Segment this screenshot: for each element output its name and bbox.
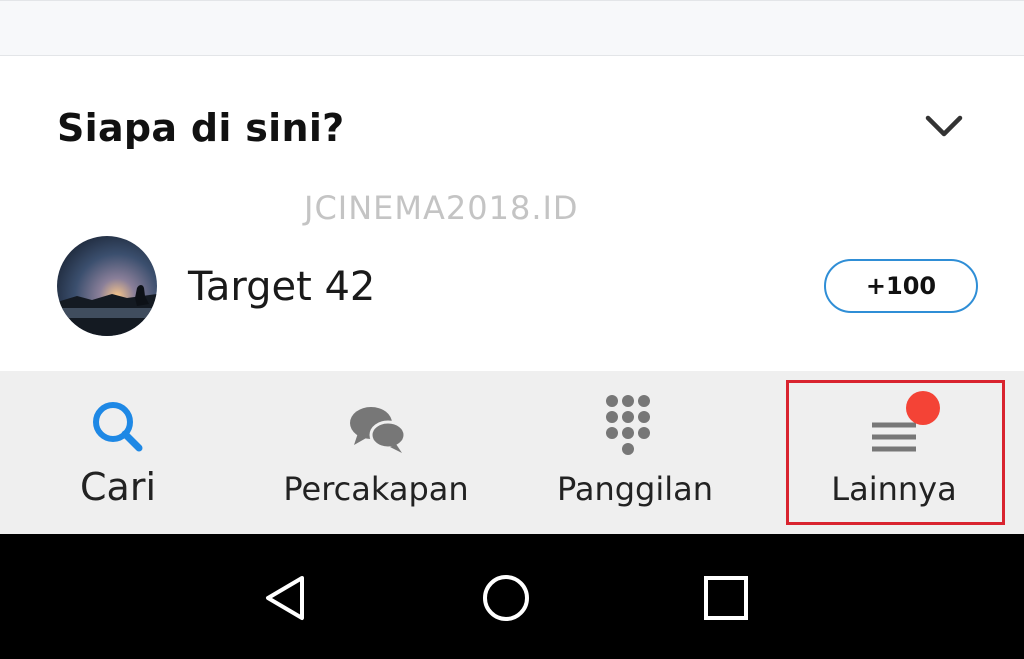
watermark: JCINEMA2018.ID — [304, 189, 579, 227]
back-icon[interactable] — [258, 570, 314, 626]
nav-label-panggilan: Panggilan — [556, 470, 714, 508]
menu-icon — [768, 393, 1024, 463]
section-title: Siapa di sini? — [57, 106, 345, 150]
avatar — [57, 236, 157, 336]
chat-bubbles-icon — [248, 393, 504, 463]
nav-item-percakapan[interactable]: Percakapan — [248, 371, 504, 534]
nav-label-lainnya: Lainnya — [831, 470, 957, 508]
list-item-name: Target 42 — [188, 264, 376, 310]
home-icon[interactable] — [478, 570, 534, 626]
chevron-down-icon[interactable] — [920, 106, 968, 146]
system-navigation-bar — [0, 534, 1024, 659]
points-badge[interactable]: +100 — [824, 259, 978, 313]
nav-item-lainnya[interactable]: Lainnya — [768, 371, 1024, 534]
nav-label-cari: Cari — [80, 465, 156, 509]
nav-item-panggilan[interactable]: Panggilan — [507, 371, 763, 534]
top-strip — [0, 0, 1024, 56]
dialpad-icon — [507, 393, 763, 463]
notification-dot — [906, 391, 940, 425]
recents-icon[interactable] — [698, 570, 754, 626]
nav-item-cari[interactable]: Cari — [0, 371, 256, 534]
nav-label-percakapan: Percakapan — [283, 470, 469, 508]
bottom-navigation: Cari Percakapan Panggilan Lainnya — [0, 371, 1024, 534]
search-icon — [0, 393, 256, 463]
